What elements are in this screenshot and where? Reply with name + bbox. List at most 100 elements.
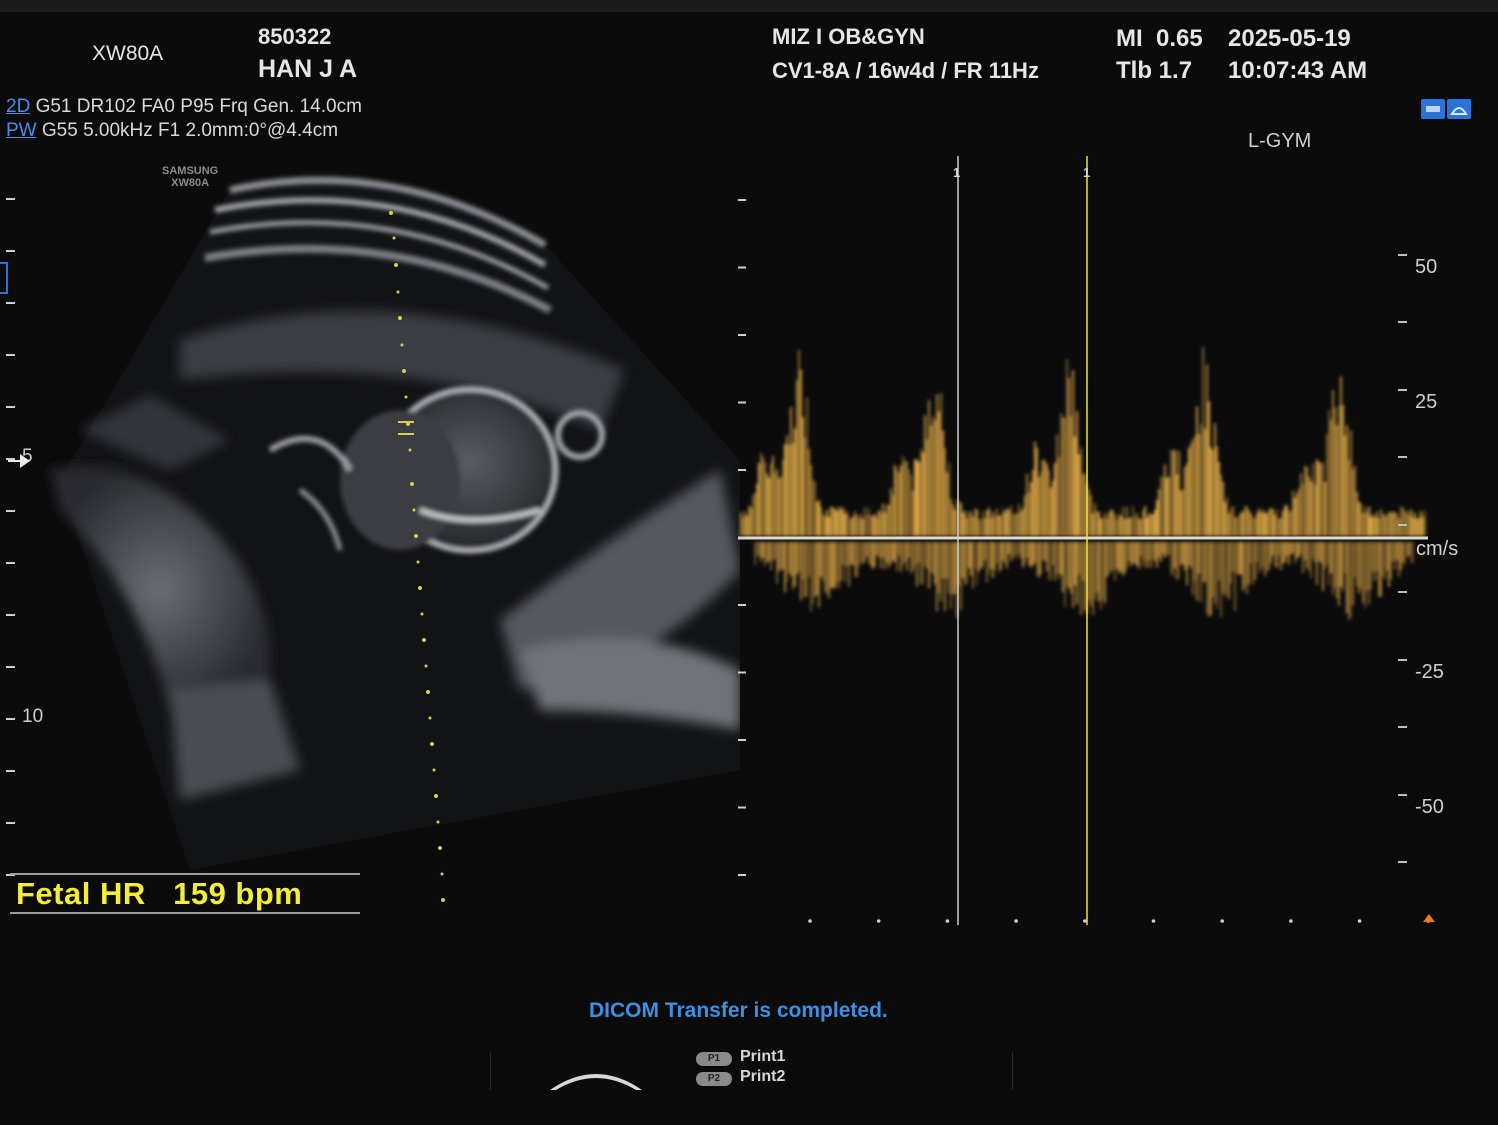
spectrum-reverse-sample [1256,542,1258,563]
hold-icon[interactable] [1421,99,1445,119]
caliper-marker-2[interactable]: 1 [1083,165,1090,180]
spectrum-forward-sample [1070,416,1072,536]
spectrum-forward-sample [1024,495,1026,536]
spectrum-reverse-sample [1266,542,1268,572]
spectrum-forward-sample [1120,515,1122,536]
spectrum-forward-sample [1060,413,1062,536]
dicom-status-message: DICOM Transfer is completed. [589,999,888,1022]
exam-date: 2025-05-19 [1228,25,1351,52]
spectrum-reverse-sample [914,542,916,566]
spectrum-forward-sample [1256,512,1258,536]
spectrum-reverse-sample [1278,542,1280,556]
spectrum-forward-sample [886,504,888,536]
spectrum-forward-sample [1094,503,1096,536]
caliper-marker-1[interactable]: 1 [953,165,960,180]
spectrum-reverse-sample [1140,542,1142,557]
spectrum-reverse-sample [948,542,950,594]
spectrum-reverse-sample [1130,542,1132,567]
print2-button[interactable]: Print2 [740,1068,785,1086]
spectrum-reverse-sample [902,542,904,566]
spectrum-reverse-sample [790,542,792,577]
spectrum-reverse-sample [1128,542,1130,562]
spectrum-forward-sample [1298,488,1300,536]
trackball-icon[interactable] [546,1062,646,1090]
spectrum-forward-sample [1328,409,1330,536]
spectrum-forward-sample [1128,518,1130,536]
velocity-tick [1398,253,1407,256]
probe-icon[interactable] [1447,99,1471,119]
spectrum-reverse-sample [1104,542,1106,604]
spectrum-reverse-sample [1226,542,1228,596]
spectrum-forward-sample [1320,463,1322,536]
spectrum-reverse-sample [846,542,848,567]
spectrum-forward-sample [822,513,824,536]
spectrum-reverse-sample [950,542,952,609]
spectrum-forward-sample [1386,514,1388,536]
spectrum-forward-sample [1352,469,1354,536]
spectrum-forward-sample [768,477,770,536]
doppler-spectrum [728,150,1438,930]
spectrum-reverse-sample [808,542,810,577]
spectrum-reverse-sample [1264,542,1266,577]
spectrum-forward-sample [1156,499,1158,536]
footer-divider-left [490,1052,491,1090]
velocity-label: 50 [1415,256,1438,278]
spectrum-forward-sample [1232,506,1234,536]
spectrum-reverse-sample [1180,542,1182,565]
spectrum-forward-sample [1004,511,1006,536]
spectrum-reverse-sample [776,542,778,584]
spectrum-forward-sample [1012,513,1014,536]
spectrum-forward-sample [1260,513,1262,536]
spectrum-reverse-sample [850,542,852,564]
time-axis-dot [808,919,812,923]
print2-badge[interactable]: P2 [696,1072,732,1086]
spectrum-reverse-sample [1216,542,1218,609]
mode-2d-label[interactable]: 2D [6,96,30,117]
spectrum-forward-sample [916,459,918,536]
spectrum-forward-sample [1074,436,1076,536]
spectrum-reverse-sample [772,542,774,561]
spectrum-forward-sample [890,488,892,536]
thermal-index: Tlb 1.7 [1116,57,1193,84]
spectrum-forward-sample [808,448,810,536]
spectrum-reverse-sample [1284,542,1286,563]
spectrum-forward-sample [1138,518,1140,536]
spectrum-forward-sample [1200,423,1202,536]
velocity-tick [1398,658,1407,661]
spectrum-forward-sample [948,462,950,536]
spectrum-reverse-sample [828,542,830,599]
spectrum-forward-sample [884,511,886,536]
spectrum-forward-sample [1214,423,1216,536]
print1-badge[interactable]: P1 [696,1052,732,1066]
spectrum-reverse-sample [1126,542,1128,569]
spectrum-forward-sample [1158,488,1160,536]
time-axis-dot [1357,919,1362,923]
spectrum-forward-sample [1122,507,1124,536]
spectrum-forward-sample [828,516,830,536]
spectrum-forward-sample [764,462,766,536]
spectrum-forward-sample [1046,463,1048,536]
spectrum-reverse-sample [1204,542,1206,583]
spectrum-forward-sample [938,411,940,536]
spectrum-forward-sample [1292,490,1294,536]
spectrum-forward-sample [756,483,758,536]
spectrum-forward-sample [1216,446,1218,536]
spectrum-reverse-sample [1012,542,1014,560]
spectrum-reverse-sample [774,542,776,560]
spectrum-reverse-sample [1374,542,1376,581]
spectrum-reverse-sample [908,542,910,558]
print1-button[interactable]: Print1 [740,1048,785,1066]
spectrum-forward-sample [1226,496,1228,536]
spectrum-forward-sample [1008,509,1010,536]
spectrum-forward-sample [1142,510,1144,536]
spectrum-forward-sample [1308,476,1310,536]
depth-tick [6,198,15,200]
spectrum-reverse-sample [854,542,856,578]
spectrum-forward-sample [1114,514,1116,536]
mode-pw-label[interactable]: PW [6,120,37,141]
spectrum-forward-sample [960,503,962,536]
spectrum-reverse-sample [1074,542,1076,586]
focus-arrow-icon[interactable] [6,451,32,471]
spectrum-forward-sample [1204,428,1206,536]
velocity-tick [1398,321,1407,323]
